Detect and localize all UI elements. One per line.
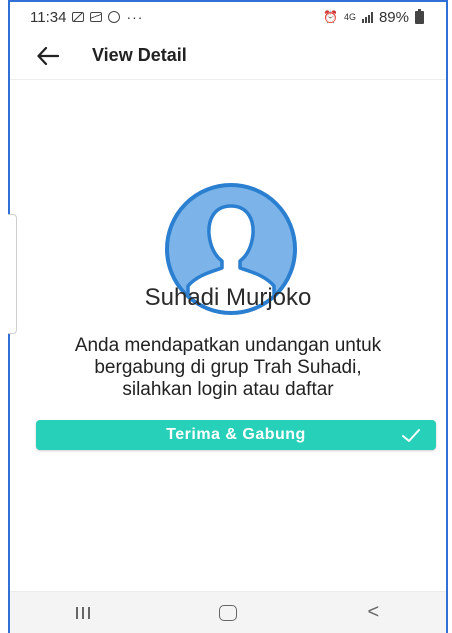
arrow-left-icon: [37, 46, 59, 65]
system-nav-bar: <: [10, 591, 446, 633]
recents-button[interactable]: [53, 593, 113, 633]
battery-percent: 89%: [378, 8, 409, 26]
edge-panel-handle[interactable]: [8, 214, 17, 334]
page-title: View Detail: [92, 45, 187, 65]
back-button[interactable]: [28, 36, 68, 76]
invitation-message: Anda mendapatkan undangan untuk bergabun…: [74, 335, 382, 400]
back-chevron-icon: <: [367, 601, 380, 623]
user-name: Suhadi Murjoko: [144, 284, 312, 311]
battery-icon: [415, 8, 424, 24]
app-bar: View Detail: [10, 32, 446, 80]
gallery-notification-icon: [72, 12, 85, 22]
check-icon: [402, 429, 420, 442]
signal-icon: [361, 11, 373, 23]
status-time: 11:34: [30, 8, 67, 26]
whatsapp-notification-icon: [108, 11, 121, 23]
recents-icon: [75, 606, 90, 619]
alarm-icon: ⏰: [323, 10, 338, 24]
home-button[interactable]: [198, 593, 258, 633]
system-back-button[interactable]: <: [343, 593, 403, 633]
mail-notification-icon: [90, 12, 103, 22]
accept-join-label: Terima & Gabung: [166, 426, 306, 443]
more-notifications-icon: ···: [126, 9, 144, 25]
network-type: 4G: [343, 11, 356, 22]
home-icon: [218, 604, 237, 621]
phone-screen: 11:34 ··· ⏰ 4G 89% View Detail Suhadi Mu…: [8, 0, 448, 633]
status-bar: 11:34 ··· ⏰ 4G 89%: [10, 2, 446, 32]
accept-join-button[interactable]: Terima & Gabung: [36, 420, 436, 450]
